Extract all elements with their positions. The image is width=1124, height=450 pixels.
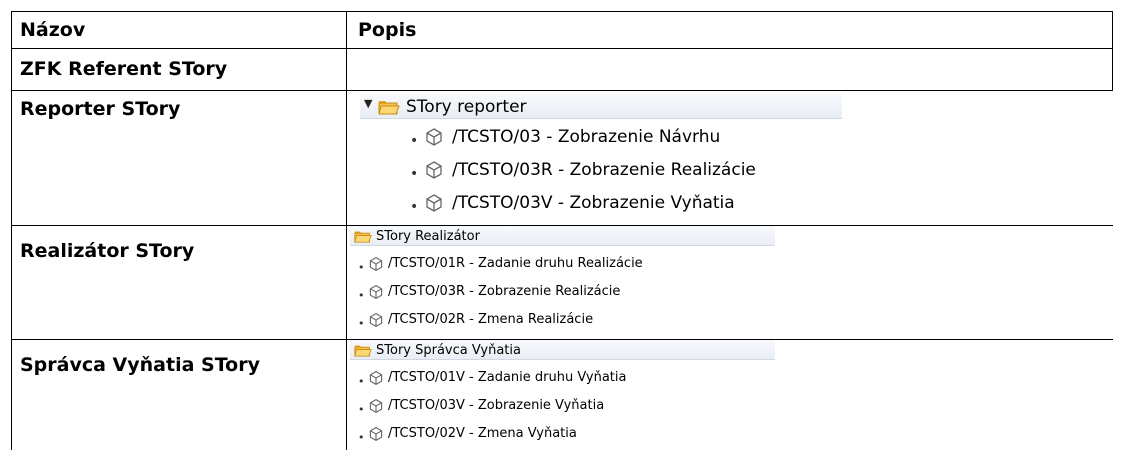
transaction-cube-icon	[369, 312, 383, 328]
tree-item-label[interactable]: /TCSTO/02R - Zmena Realizácie	[388, 312, 593, 327]
bullet-icon: •	[358, 289, 365, 302]
tree-folder-label[interactable]: STory Správca Vyňatia	[376, 343, 521, 358]
role-name: Realizátor STory	[20, 240, 195, 262]
bullet-icon: •	[410, 199, 419, 215]
tree-item-label[interactable]: /TCSTO/01V - Zadanie druhu Vyňatia	[388, 370, 626, 385]
caret-down-icon[interactable]: ▼	[364, 97, 372, 110]
tree-item-label[interactable]: /TCSTO/03R - Zobrazenie Realizácie	[388, 284, 620, 299]
tree-item-label[interactable]: /TCSTO/03 - Zobrazenie Návrhu	[452, 127, 720, 147]
table-divider	[11, 90, 1113, 91]
tree-folder-label[interactable]: STory Realizátor	[376, 229, 480, 244]
role-name: Reporter STory	[20, 98, 181, 120]
folder-open-icon	[378, 101, 400, 115]
bullet-icon: •	[358, 317, 365, 330]
transaction-cube-icon	[426, 128, 442, 146]
transaction-cube-icon	[426, 194, 442, 212]
tree-panel-realizator: STory Realizátor • /TCSTO/01R - Zadanie …	[350, 226, 775, 338]
transaction-cube-icon	[426, 161, 442, 179]
table-border-top	[11, 11, 1113, 12]
tree-item-label[interactable]: /TCSTO/03V - Zobrazenie Vyňatia	[388, 398, 604, 413]
transaction-cube-icon	[369, 284, 383, 300]
tree-item-label[interactable]: /TCSTO/03V - Zobrazenie Vyňatia	[452, 193, 735, 213]
transaction-cube-icon	[369, 426, 383, 442]
tree-item-label[interactable]: /TCSTO/01R - Zadanie druhu Realizácie	[388, 256, 643, 271]
bullet-icon: •	[410, 133, 419, 149]
folder-open-icon	[354, 231, 372, 243]
bullet-icon: •	[358, 403, 365, 416]
bullet-icon: •	[358, 375, 365, 388]
table-border-right	[1112, 11, 1113, 90]
bullet-icon: •	[410, 166, 419, 182]
tree-panel-reporter: ▼ STory reporter • /TCSTO/03 - Zobrazeni…	[360, 94, 842, 225]
header-description: Popis	[358, 19, 417, 41]
role-name: Správca Vyňatia STory	[20, 354, 260, 376]
tree-panel-spravca: STory Správca Vyňatia • /TCSTO/01V - Zad…	[350, 340, 775, 450]
tree-folder-label[interactable]: STory reporter	[406, 97, 527, 117]
tree-item-label[interactable]: /TCSTO/02V - Zmena Vyňatia	[388, 426, 577, 441]
folder-open-icon	[354, 345, 372, 357]
role-name: ZFK Referent STory	[20, 58, 228, 80]
transaction-cube-icon	[369, 398, 383, 414]
table-border-left	[11, 11, 12, 450]
tree-item-label[interactable]: /TCSTO/03R - Zobrazenie Realizácie	[452, 160, 756, 180]
transaction-cube-icon	[369, 370, 383, 386]
header-name: Názov	[20, 19, 86, 41]
bullet-icon: •	[358, 431, 365, 444]
column-divider	[346, 11, 347, 450]
transaction-cube-icon	[369, 256, 383, 272]
bullet-icon: •	[358, 261, 365, 274]
table-divider	[11, 48, 1113, 49]
